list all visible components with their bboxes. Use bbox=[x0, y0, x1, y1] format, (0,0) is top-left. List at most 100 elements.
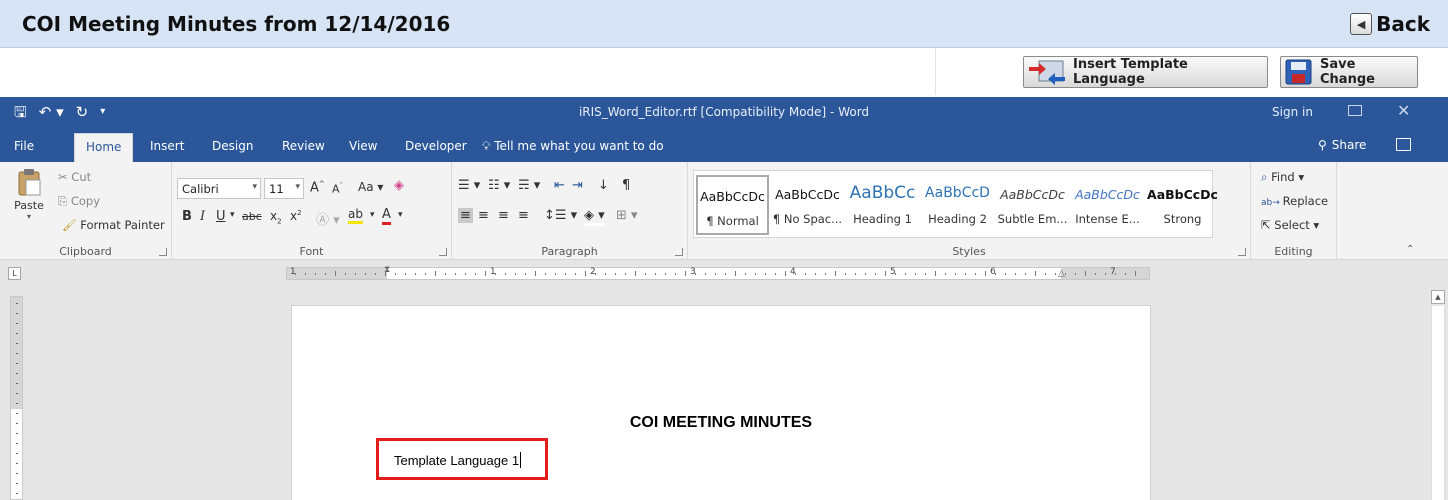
ruler-tick bbox=[1035, 271, 1036, 276]
italic-icon[interactable]: I bbox=[200, 209, 205, 224]
ruler-tick bbox=[325, 273, 326, 275]
highlighted-template-line[interactable]: Template Language 1 bbox=[376, 438, 548, 480]
clipboard-launcher-icon[interactable] bbox=[159, 248, 167, 256]
tell-me-box[interactable]: 💡︎ Tell me what you want to do bbox=[482, 139, 664, 154]
ruler-tick bbox=[1015, 273, 1016, 275]
style-intense-emphasis[interactable]: AaBbCcDc Intense E... bbox=[1071, 175, 1144, 235]
ruler-tick bbox=[425, 273, 426, 275]
ruler-tick bbox=[16, 453, 18, 454]
close-icon[interactable]: ✕ bbox=[1397, 101, 1410, 120]
text-cursor bbox=[520, 452, 522, 468]
style-no-spacing[interactable]: AaBbCcDc ¶ No Spac... bbox=[771, 175, 844, 235]
strikethrough-icon[interactable]: abc bbox=[242, 210, 262, 223]
tab-design[interactable]: Design bbox=[212, 139, 253, 153]
paste-dropdown-icon[interactable]: ▾ bbox=[12, 212, 46, 221]
collapse-ribbon-icon[interactable]: ⌃ bbox=[1406, 244, 1414, 255]
magnifier-icon: ⌕ bbox=[1261, 170, 1272, 184]
numbering-icon[interactable]: ☷ ▾ bbox=[488, 178, 510, 193]
highlight-color-icon[interactable]: ab bbox=[348, 207, 363, 224]
insert-template-language-button[interactable]: Insert Template Language bbox=[1023, 56, 1268, 88]
shading-icon[interactable]: ◈ ▾ bbox=[584, 208, 605, 226]
ruler-tick bbox=[675, 273, 676, 275]
font-size-combo[interactable]: 11 ▾ bbox=[264, 178, 304, 199]
underline-dropdown-icon[interactable]: ▾ bbox=[230, 210, 235, 220]
increase-indent-icon[interactable]: ⇥ bbox=[572, 178, 583, 193]
justify-icon[interactable]: ≡ bbox=[518, 208, 529, 223]
save-change-button[interactable]: Save Change bbox=[1280, 56, 1418, 88]
vertical-scrollbar[interactable]: ▲ bbox=[1428, 288, 1448, 500]
grow-font-icon[interactable]: A^ bbox=[310, 180, 325, 195]
bullets-icon[interactable]: ☰ ▾ bbox=[458, 178, 480, 193]
tab-view[interactable]: View bbox=[349, 139, 377, 153]
horizontal-ruler[interactable]: 1 1 2 3 4 5 6 7 ⧗ △ bbox=[286, 265, 1150, 280]
tab-file[interactable]: File bbox=[14, 139, 34, 153]
decrease-indent-icon[interactable]: ⇤ bbox=[554, 178, 565, 193]
align-right-icon[interactable]: ≡ bbox=[498, 208, 509, 223]
ruler-tick bbox=[305, 273, 306, 275]
comment-icon[interactable] bbox=[1396, 138, 1411, 151]
font-color-dropdown-icon[interactable]: ▾ bbox=[398, 210, 403, 220]
format-painter-label: Format Painter bbox=[80, 218, 165, 232]
superscript-icon[interactable]: x2 bbox=[290, 209, 302, 223]
right-indent-marker-icon[interactable]: △ bbox=[1058, 269, 1065, 279]
tab-home[interactable]: Home bbox=[74, 133, 134, 162]
ruler-number: 1 bbox=[290, 267, 296, 277]
highlight-dropdown-icon[interactable]: ▾ bbox=[370, 210, 375, 220]
text-effects-icon[interactable]: Ⓐ ▾ bbox=[316, 209, 340, 228]
sort-icon[interactable]: ↓ bbox=[598, 178, 609, 193]
bold-icon[interactable]: B bbox=[182, 209, 192, 224]
style-strong[interactable]: AaBbCcDc Strong bbox=[1146, 175, 1219, 235]
back-button[interactable]: ◀ Back bbox=[1350, 10, 1430, 38]
pilcrow-icon[interactable]: ¶ bbox=[622, 178, 630, 193]
font-color-icon[interactable]: A bbox=[382, 207, 391, 225]
style-normal[interactable]: AaBbCcDc ¶ Normal bbox=[696, 175, 769, 235]
shrink-font-icon[interactable]: Aˇ bbox=[332, 182, 343, 196]
clear-formatting-icon[interactable]: ◈ bbox=[394, 178, 404, 193]
underline-icon[interactable]: U bbox=[216, 209, 226, 224]
ruler-tick bbox=[355, 273, 356, 275]
align-left-icon[interactable]: ≡ bbox=[458, 208, 473, 223]
find-button[interactable]: ⌕ Find ▾ bbox=[1261, 170, 1304, 185]
scissors-icon: ✂ bbox=[58, 170, 72, 184]
styles-launcher-icon[interactable] bbox=[1238, 248, 1246, 256]
sign-in-link[interactable]: Sign in bbox=[1272, 105, 1313, 119]
style-preview: AaBbCcD bbox=[925, 185, 990, 201]
line-spacing-icon[interactable]: ↕☰ ▾ bbox=[544, 208, 577, 223]
subscript-icon[interactable]: x2 bbox=[270, 209, 282, 225]
ribbon-display-options-icon[interactable] bbox=[1348, 105, 1362, 116]
format-painter-button[interactable]: 🖌︎ Format Painter bbox=[62, 218, 165, 232]
scroll-track[interactable] bbox=[1431, 306, 1445, 500]
scroll-up-icon[interactable]: ▲ bbox=[1431, 290, 1445, 304]
font-name-combo[interactable]: Calibri ▾ bbox=[177, 178, 261, 199]
ruler-tick bbox=[945, 273, 946, 275]
replace-button[interactable]: ab→ Replace bbox=[1261, 194, 1328, 208]
paintbrush-icon: 🖌︎ bbox=[62, 218, 81, 232]
template-language-text[interactable]: Template Language 1 bbox=[394, 452, 522, 468]
borders-icon[interactable]: ⊞ ▾ bbox=[616, 208, 638, 223]
paste-button[interactable]: Paste ▾ bbox=[12, 168, 46, 228]
style-heading-1[interactable]: AaBbCc Heading 1 bbox=[846, 175, 919, 235]
paragraph-launcher-icon[interactable] bbox=[675, 248, 683, 256]
font-launcher-icon[interactable] bbox=[439, 248, 447, 256]
multilevel-list-icon[interactable]: ☴ ▾ bbox=[518, 178, 540, 193]
editing-group: ⌕ Find ▾ ab→ Replace ⇱ Select ▾ Editing bbox=[1251, 162, 1337, 260]
style-heading-2[interactable]: AaBbCcD Heading 2 bbox=[921, 175, 994, 235]
tab-insert[interactable]: Insert bbox=[150, 139, 184, 153]
copy-button[interactable]: ⎘ Copy bbox=[58, 194, 100, 209]
style-subtle-emphasis[interactable]: AaBbCcDc Subtle Em... bbox=[996, 175, 1069, 235]
tab-selector-icon[interactable]: L bbox=[8, 267, 21, 280]
align-center-icon[interactable]: ≡ bbox=[478, 208, 489, 223]
cut-button[interactable]: ✂ Cut bbox=[58, 170, 91, 184]
style-name: ¶ Normal bbox=[706, 214, 759, 228]
ruler-tick bbox=[345, 273, 346, 275]
change-case-icon[interactable]: Aa ▾ bbox=[358, 180, 383, 194]
select-button[interactable]: ⇱ Select ▾ bbox=[1261, 218, 1319, 232]
template-text: Template Language 1 bbox=[394, 453, 520, 468]
tab-developer[interactable]: Developer bbox=[405, 139, 467, 153]
style-name: Subtle Em... bbox=[997, 212, 1068, 226]
document-page[interactable]: COI MEETING MINUTES Template Language 1 bbox=[291, 305, 1151, 500]
share-button[interactable]: ⚲ Share bbox=[1318, 138, 1366, 152]
tab-review[interactable]: Review bbox=[282, 139, 325, 153]
copy-label: Copy bbox=[70, 194, 101, 208]
ruler-tick bbox=[16, 313, 18, 314]
